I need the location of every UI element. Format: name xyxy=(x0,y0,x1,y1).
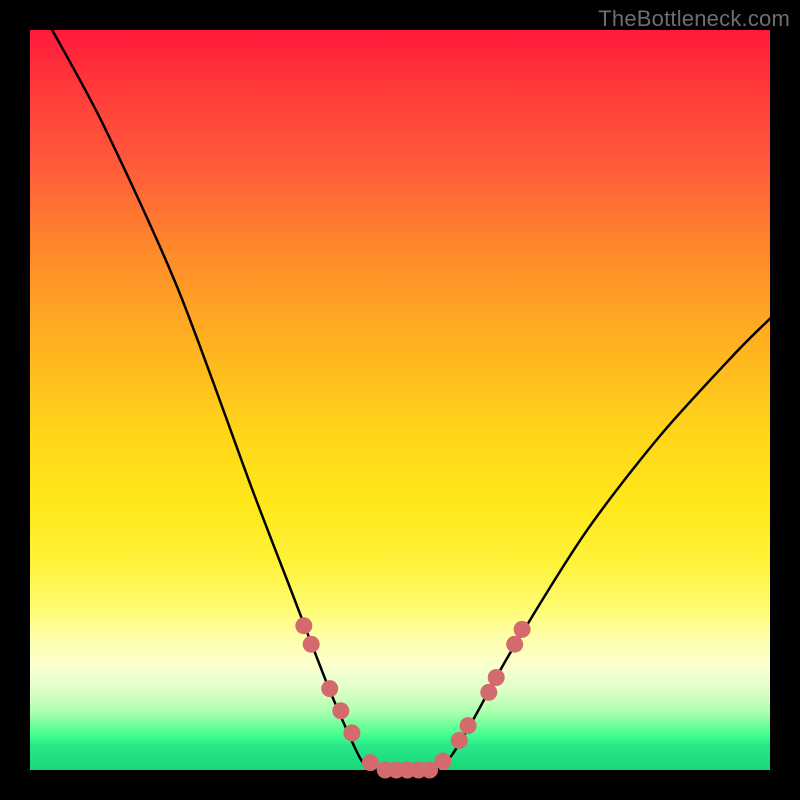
curve-marker-dot xyxy=(295,617,312,634)
curve-marker-dot xyxy=(480,684,497,701)
curve-marker-dot xyxy=(434,753,451,770)
bottleneck-curve xyxy=(52,30,770,771)
curve-marker-dot xyxy=(303,636,320,653)
curve-marker-dot xyxy=(451,732,468,749)
curve-marker-dot xyxy=(488,669,505,686)
curve-marker-dot xyxy=(460,717,477,734)
watermark-text: TheBottleneck.com xyxy=(598,6,790,32)
curve-svg xyxy=(30,30,770,770)
curve-marker-dot xyxy=(332,702,349,719)
plot-area xyxy=(30,30,770,770)
curve-markers xyxy=(295,617,530,778)
chart-frame: TheBottleneck.com xyxy=(0,0,800,800)
curve-marker-dot xyxy=(321,680,338,697)
curve-marker-dot xyxy=(506,636,523,653)
curve-marker-dot xyxy=(362,754,379,771)
curve-marker-dot xyxy=(514,621,531,638)
curve-marker-dot xyxy=(343,725,360,742)
